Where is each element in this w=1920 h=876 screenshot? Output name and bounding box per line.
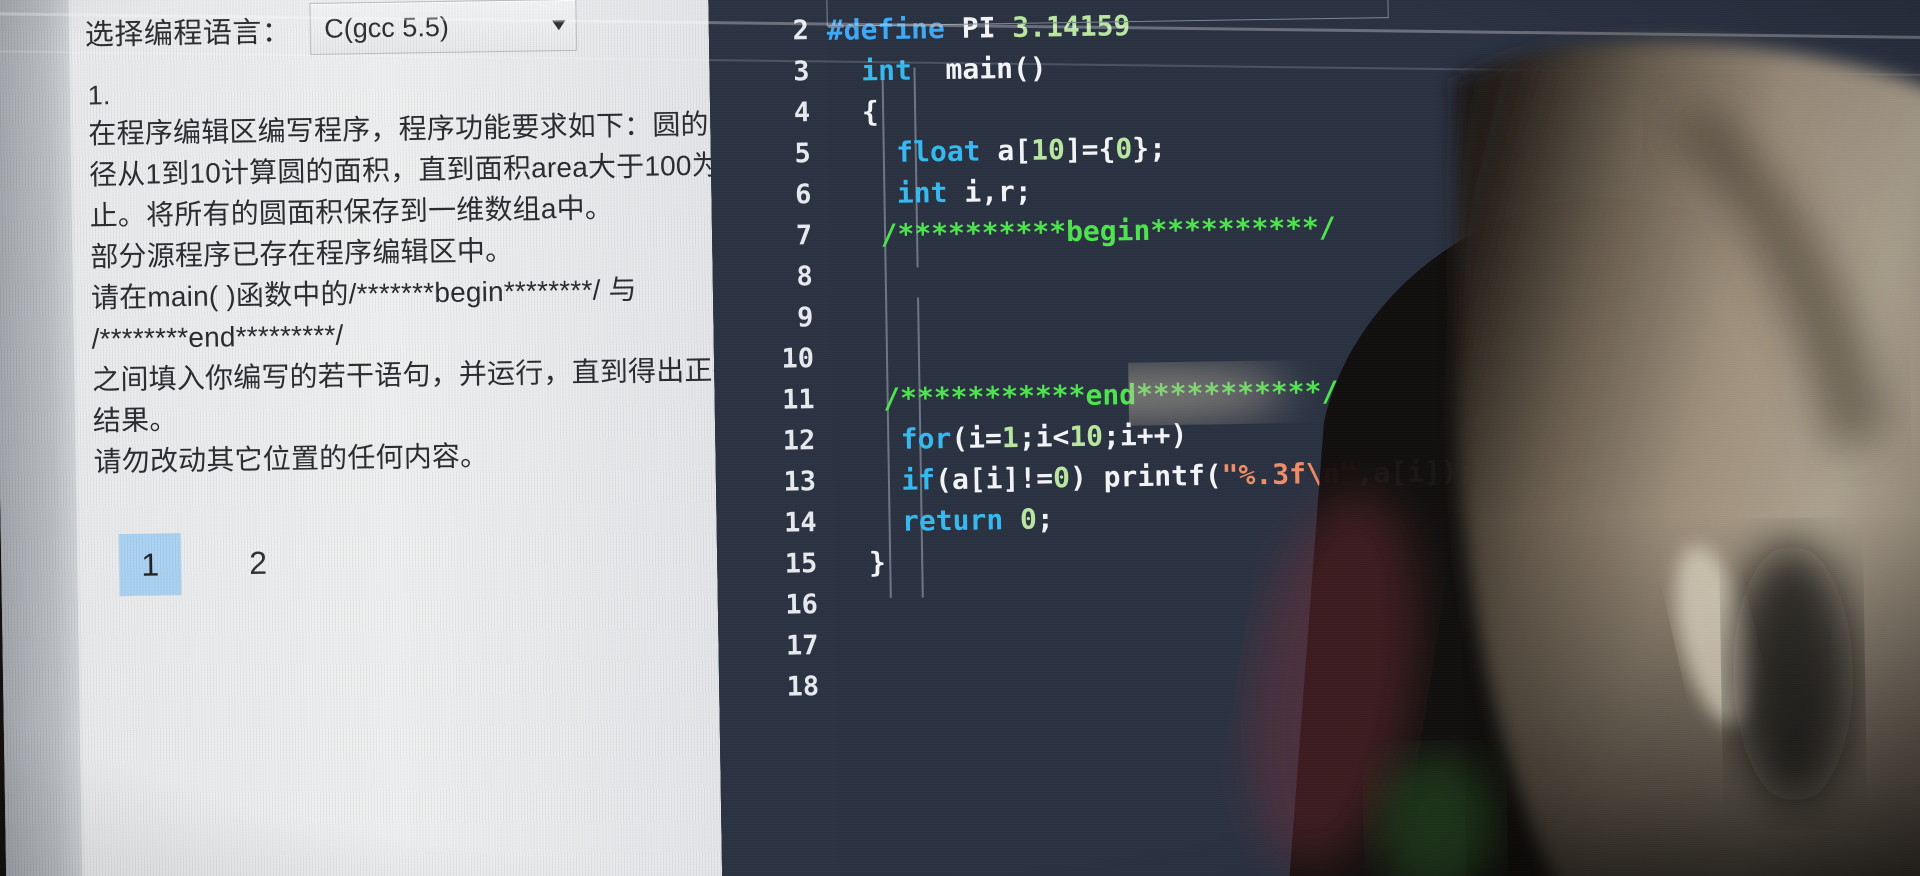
code-token-num: 3.14159 [1012, 9, 1131, 44]
line-number: 4 [793, 97, 811, 129]
code-token-plain: (i= [951, 421, 1003, 455]
question-panel-content: 选择编程语言： C(gcc 5.5) ▼ 1. 在程序编辑区编写程序，程序功能要… [84, 0, 741, 597]
line-number: 7 [795, 220, 813, 252]
line-number: 16 [785, 589, 819, 621]
line-number: 8 [796, 261, 813, 293]
code-token-plain: ;i++) [1102, 418, 1188, 453]
language-select-value: C(gcc 5.5) [324, 11, 450, 44]
pagination-page-1[interactable]: 1 [118, 533, 182, 597]
code-line-text[interactable] [837, 628, 1920, 646]
code-token-plain: (a[i]!= [934, 461, 1054, 497]
code-token-plain: ]={ [1064, 132, 1116, 167]
code-token-str: "%.3f\n" [1221, 456, 1357, 492]
code-lines[interactable]: 1#include <stdio.h>2#define PI 3.141593 … [708, 0, 1920, 876]
chevron-down-icon: ▼ [546, 14, 570, 35]
code-token-k2: if [901, 463, 936, 497]
code-token-k2: for [900, 421, 952, 456]
pagination: 12 [118, 525, 704, 597]
code-token-plain: ,a[i]); [1356, 454, 1475, 490]
line-number: 9 [796, 302, 814, 334]
code-token-k: #include [826, 0, 978, 6]
monitor-screen: 选择编程语言： C(gcc 5.5) ▼ 1. 在程序编辑区编写程序，程序功能要… [0, 0, 1920, 876]
code-token-num: 10 [1030, 133, 1066, 167]
line-number: 2 [792, 15, 810, 47]
code-token-k2: float [895, 134, 981, 169]
code-token-plain: main() [911, 51, 1047, 87]
code-token-num: 0 [1019, 502, 1038, 536]
code-token-hdr: <stdio.h> [978, 0, 1130, 4]
code-token-k2: int [896, 176, 948, 210]
code-editor[interactable]: 1#include <stdio.h>2#define PI 3.141593 … [707, 0, 1920, 876]
code-token-cmt: /**********begin**********/ [829, 210, 1337, 252]
line-number: 14 [783, 507, 817, 539]
line-number: 10 [781, 343, 815, 375]
question-line: 请勿改动其它位置的任何内容。 [93, 440, 489, 478]
line-number: 3 [793, 56, 810, 88]
code-token-k2: int [860, 53, 913, 88]
code-token-plain: PI [961, 10, 1013, 45]
code-token-num: 0 [1052, 461, 1071, 495]
code-line-text[interactable] [837, 669, 1920, 687]
line-number: 5 [794, 138, 812, 170]
code-line-text[interactable] [831, 259, 1920, 277]
language-selector-row: 选择编程语言： C(gcc 5.5) ▼ [84, 0, 695, 59]
code-token-plain: ;i< [1018, 420, 1070, 454]
pagination-page-2[interactable]: 2 [227, 531, 290, 594]
line-number: 15 [784, 548, 818, 580]
code-token-num: 10 [1069, 419, 1104, 454]
code-token-plain: a[ [980, 133, 1032, 168]
language-select[interactable]: C(gcc 5.5) ▼ [308, 0, 577, 56]
question-panel: 选择编程语言： C(gcc 5.5) ▼ 1. 在程序编辑区编写程序，程序功能要… [0, 0, 741, 876]
language-selector-label: 选择编程语言： [84, 16, 292, 52]
code-token-plain: i,r; [947, 174, 1032, 210]
code-token-plain: ) printf( [1069, 458, 1222, 495]
code-line-text[interactable] [832, 341, 1920, 359]
code-token-num: 1 [1001, 420, 1019, 455]
line-number: 18 [786, 671, 820, 703]
question-text: 在程序编辑区编写程序，程序功能要求如下：圆的半 径从1到10计算圆的面积，直到面积… [88, 104, 741, 483]
panel-left-gutter [0, 0, 83, 876]
code-line-text[interactable] [836, 587, 1920, 605]
line-number: 12 [782, 425, 816, 457]
code-token-plain: }; [1131, 131, 1167, 166]
line-number: 13 [783, 466, 817, 498]
line-number: 17 [785, 630, 819, 662]
code-token-num: 0 [1115, 132, 1133, 166]
code-token-k2: return [901, 503, 1004, 538]
photographed-screen-frame: 选择编程语言： C(gcc 5.5) ▼ 1. 在程序编辑区编写程序，程序功能要… [0, 0, 1920, 876]
code-token-plain: { [827, 95, 879, 129]
code-token-k: #define [826, 11, 962, 47]
code-line-text[interactable] [831, 300, 1920, 318]
line-number: 6 [794, 179, 812, 211]
code-token-plain: ; [1036, 502, 1054, 536]
line-number: 1 [708, 0, 826, 7]
code-token-plain: } [834, 546, 887, 580]
line-number: 11 [781, 384, 815, 416]
code-token-cmt: /***********end***********/ [832, 374, 1339, 416]
